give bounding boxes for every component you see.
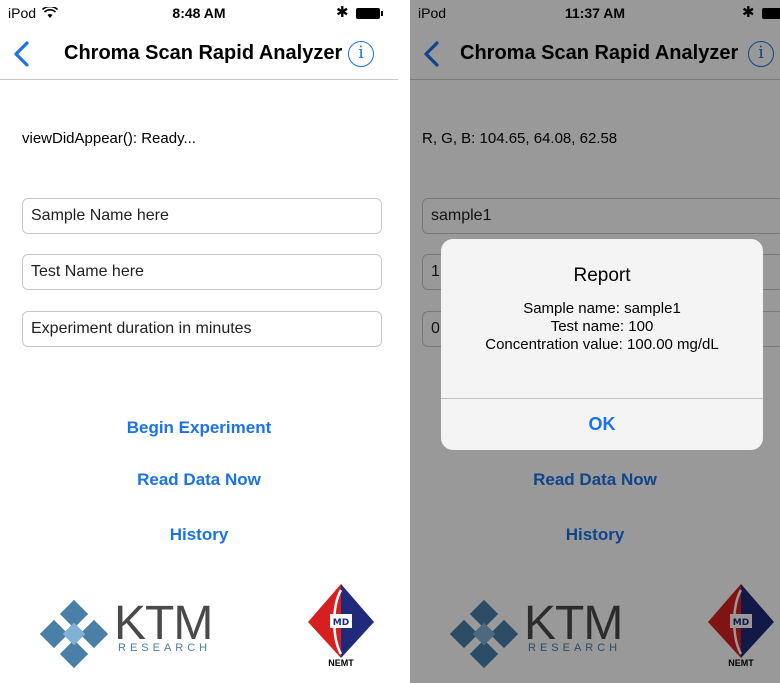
duration-input[interactable]: Experiment duration in minutes	[22, 311, 382, 347]
nemt-inner-label: MD	[333, 618, 349, 628]
screen-report: iPod 11:37 AM ✱ Chroma Scan Rapid Analyz…	[410, 0, 780, 683]
status-bar: iPod 8:48 AM ✱	[0, 0, 398, 28]
history-button[interactable]: History	[0, 525, 398, 545]
screen-ready: iPod 8:48 AM ✱ Chroma Scan Rapid Analyze…	[0, 0, 398, 683]
ktm-subtitle: RESEARCH	[118, 642, 212, 654]
begin-experiment-button[interactable]: Begin Experiment	[0, 418, 398, 438]
sample-name-input[interactable]: Sample Name here	[22, 198, 382, 234]
test-name-input[interactable]: Test Name here	[22, 254, 382, 290]
alert-sample-line: Sample name: sample1	[523, 300, 681, 317]
status-message: viewDidAppear(): Ready...	[22, 130, 196, 147]
battery-icon	[356, 8, 383, 19]
alert-title: Report	[573, 265, 631, 286]
ktm-x-mark-icon	[39, 599, 109, 669]
alert-concentration-line: Concentration value: 100.00 mg/dL	[485, 336, 719, 353]
report-alert-dialog: Report Sample name: sample1 Test name: 1…	[441, 239, 763, 450]
page-title: Chroma Scan Rapid Analyzer	[64, 42, 343, 64]
read-data-button[interactable]: Read Data Now	[0, 470, 398, 490]
screen-divider	[398, 0, 410, 683]
navigation-bar: Chroma Scan Rapid Analyzer i	[0, 28, 398, 80]
bluetooth-icon: ✱	[336, 4, 349, 21]
info-icon[interactable]: i	[348, 41, 374, 67]
back-chevron-icon[interactable]	[10, 40, 34, 68]
ktm-research-logo: KTM RESEARCH	[38, 597, 213, 670]
nemt-label: NEMT	[328, 658, 354, 668]
alert-test-line: Test name: 100	[550, 318, 654, 335]
ok-button[interactable]: OK	[441, 399, 763, 450]
nemt-logo: MD NEMT	[306, 582, 376, 672]
nemt-diamond-icon: MD	[308, 584, 374, 658]
